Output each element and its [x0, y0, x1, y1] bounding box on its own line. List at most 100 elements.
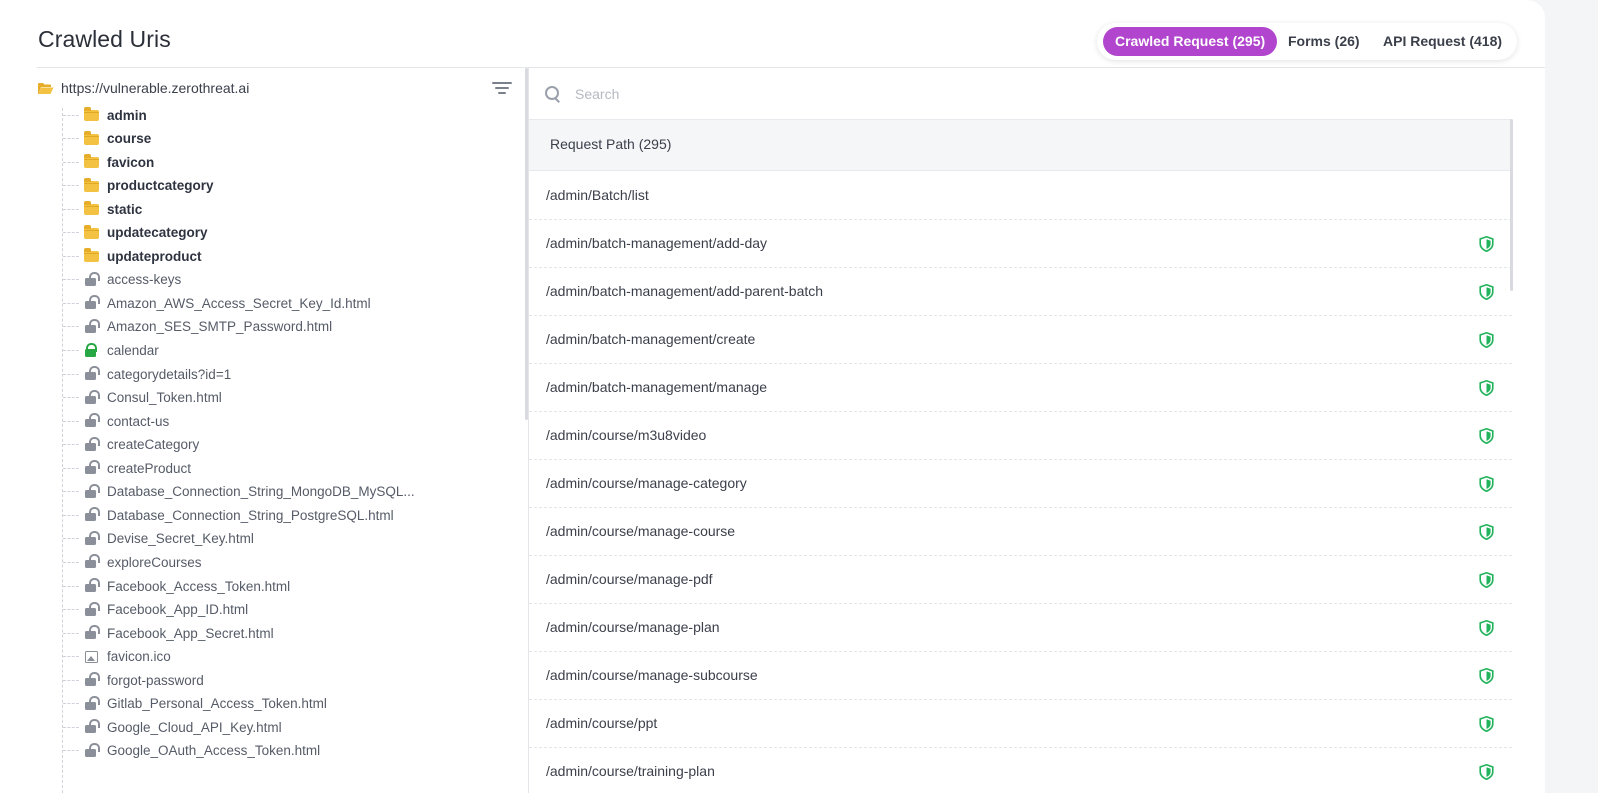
tree-folder[interactable]: productcategory — [63, 175, 214, 197]
tab-crawled-request[interactable]: Crawled Request (295) — [1103, 27, 1278, 56]
folder-open-icon — [37, 82, 54, 95]
tree-folder[interactable]: course — [63, 128, 151, 150]
table-row[interactable]: /admin/batch-management/add-parent-batch — [529, 268, 1512, 316]
request-path: /admin/batch-management/manage — [546, 379, 768, 395]
lock-open-icon — [84, 578, 100, 593]
table-row[interactable]: /admin/course/manage-course — [529, 508, 1512, 556]
table-row[interactable]: /admin/course/manage-category — [529, 460, 1512, 508]
tree-folder[interactable]: admin — [63, 104, 147, 126]
tree-folder[interactable]: favicon — [63, 151, 154, 173]
request-path: /admin/course/m3u8video — [546, 427, 707, 443]
tree-item-label: updatecategory — [107, 225, 208, 241]
tree-folder[interactable]: updateproduct — [63, 245, 202, 267]
lock-open-icon — [84, 672, 100, 687]
search-input[interactable] — [575, 85, 1475, 102]
tree-file[interactable]: Google_OAuth_Access_Token.html — [63, 740, 320, 762]
table-row[interactable]: /admin/course/training-plan — [529, 748, 1512, 793]
tree-file[interactable]: Facebook_App_Secret.html — [63, 622, 274, 644]
tree-file[interactable]: Facebook_Access_Token.html — [63, 575, 290, 597]
table-row[interactable]: /admin/course/m3u8video — [529, 412, 1512, 460]
filter-icon[interactable] — [492, 82, 512, 96]
tree-root-label: https://vulnerable.zerothreat.ai — [61, 80, 250, 96]
lock-open-icon — [84, 554, 100, 569]
tree-file[interactable]: Devise_Secret_Key.html — [63, 528, 254, 550]
table-row[interactable]: /admin/course/manage-pdf — [529, 556, 1512, 604]
tree-connector — [63, 208, 79, 210]
tree-file[interactable]: Facebook_App_ID.html — [63, 599, 248, 621]
tree-item-label: exploreCourses — [107, 554, 202, 570]
tree-file[interactable]: favicon.ico — [63, 646, 171, 668]
uri-tree: https://vulnerable.zerothreat.ai admin co… — [37, 68, 529, 793]
column-header-request-path[interactable]: Request Path (295) — [550, 136, 671, 152]
tab-api-request[interactable]: API Request (418) — [1383, 27, 1502, 56]
tree-item-label: admin — [107, 107, 147, 123]
request-path: /admin/course/manage-subcourse — [546, 667, 758, 683]
table-row[interactable]: /admin/batch-management/create — [529, 316, 1512, 364]
table-scrollbar[interactable] — [1510, 119, 1513, 291]
tree-folder[interactable]: static — [63, 198, 142, 220]
request-path: /admin/course/manage-course — [546, 523, 736, 539]
tree-file[interactable]: createCategory — [63, 434, 199, 456]
lock-open-icon — [84, 507, 100, 522]
lock-open-icon — [84, 460, 100, 475]
request-path: /admin/course/manage-plan — [546, 619, 720, 635]
lock-open-icon — [84, 295, 100, 310]
tree-item-label: static — [107, 201, 143, 217]
folder-icon — [84, 201, 100, 216]
tree-file[interactable]: exploreCourses — [63, 551, 202, 573]
tree-item-label: Google_Cloud_API_Key.html — [107, 719, 282, 735]
lock-open-icon — [84, 436, 100, 452]
tree-file[interactable]: Amazon_SES_SMTP_Password.html — [63, 316, 332, 338]
shield-check-icon — [1479, 235, 1494, 253]
tree-file[interactable]: categorydetails?id=1 — [63, 363, 231, 385]
table-row[interactable]: /admin/Batch/list — [529, 172, 1512, 220]
tree-file[interactable]: Consul_Token.html — [63, 387, 222, 409]
tree-item-label: Database_Connection_String_PostgreSQL.ht… — [107, 507, 394, 523]
table-row[interactable]: /admin/batch-management/manage — [529, 364, 1512, 412]
tree-item-label: Consul_Token.html — [107, 390, 222, 406]
tree-folder[interactable]: updatecategory — [63, 222, 208, 244]
tree-file[interactable]: Google_Cloud_API_Key.html — [63, 716, 282, 738]
table-row[interactable]: /admin/course/manage-subcourse — [529, 652, 1512, 700]
folder-icon — [84, 154, 100, 169]
tree-item-label: course — [107, 131, 152, 147]
lock-open-icon — [84, 318, 100, 334]
tree-file[interactable]: Database_Connection_String_MongoDB_MySQL… — [63, 481, 415, 503]
lock-open-icon — [84, 389, 100, 405]
tree-connector — [63, 302, 79, 304]
tree-file[interactable]: contact-us — [63, 410, 169, 432]
tree-file[interactable]: Gitlab_Personal_Access_Token.html — [63, 693, 327, 715]
tree-connector — [63, 538, 79, 540]
shield-check-icon — [1479, 331, 1494, 349]
tree-connector — [63, 185, 79, 187]
folder-icon — [84, 177, 100, 193]
lock-open-icon — [84, 625, 100, 640]
table-row[interactable]: /admin/course/manage-plan — [529, 604, 1512, 652]
tab-forms[interactable]: Forms (26) — [1288, 27, 1360, 56]
tree-root[interactable]: https://vulnerable.zerothreat.ai — [37, 77, 249, 99]
lock-open-icon — [84, 601, 100, 617]
tree-connector — [63, 373, 79, 375]
tree-file[interactable]: Amazon_AWS_Access_Secret_Key_Id.html — [63, 292, 371, 314]
tree-file[interactable]: calendar — [63, 340, 159, 362]
table-row[interactable]: /admin/batch-management/add-day — [529, 220, 1512, 268]
table-row[interactable]: /admin/course/ppt — [529, 700, 1512, 748]
folder-icon — [84, 107, 100, 122]
tree-connector — [63, 750, 79, 752]
tree-file[interactable]: forgot-password — [63, 669, 204, 691]
tree-connector — [63, 279, 79, 281]
tree-file[interactable]: access-keys — [63, 269, 181, 291]
tree-connector — [63, 138, 79, 140]
tree-item-label: Facebook_App_Secret.html — [107, 625, 274, 641]
folder-icon — [84, 130, 100, 146]
request-path: /admin/batch-management/add-day — [546, 235, 768, 251]
crawled-uris-card: Crawled Uris Crawled Request (295) Forms… — [0, 0, 1545, 793]
tree-connector — [63, 632, 79, 634]
tree-connector — [63, 467, 79, 469]
shield-check-icon — [1479, 523, 1494, 541]
request-path: /admin/course/training-plan — [546, 763, 715, 779]
tree-file[interactable]: createProduct — [63, 457, 191, 479]
tree-connector — [63, 255, 79, 257]
tree-file[interactable]: Database_Connection_String_PostgreSQL.ht… — [63, 504, 394, 526]
tree-connector — [63, 350, 79, 351]
